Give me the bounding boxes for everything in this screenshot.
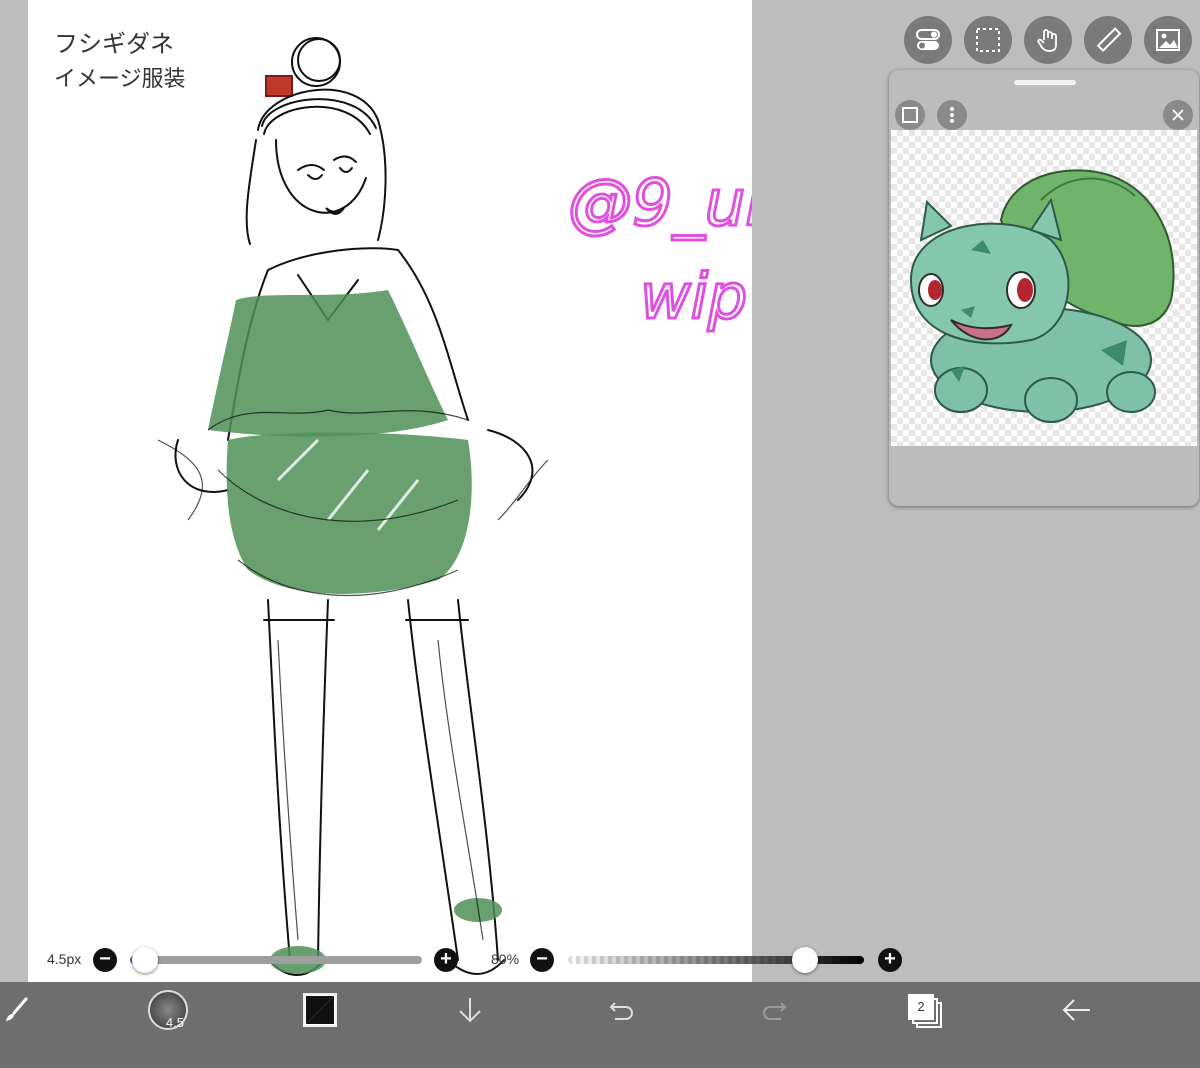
redo-icon	[763, 1002, 787, 1020]
selection-button[interactable]	[964, 16, 1012, 64]
note-line-1: フシギダネ	[54, 30, 174, 58]
reference-image	[891, 130, 1197, 446]
close-button[interactable]	[1163, 100, 1193, 130]
selection-icon	[976, 28, 1000, 52]
drawing-canvas[interactable]: フシギダネ イメージ服装 @9_uri wip	[28, 0, 752, 1020]
brush-size-button[interactable]: 4.5	[146, 990, 190, 1030]
opacity-slider-knob[interactable]	[792, 947, 818, 973]
size-slider-knob[interactable]	[132, 947, 158, 973]
dress-color	[208, 290, 502, 974]
ruler-icon	[1096, 27, 1122, 53]
more-button[interactable]	[937, 100, 967, 130]
watermark-handle: @9_uri	[568, 167, 752, 241]
size-slider-track[interactable]	[130, 956, 422, 964]
canvas-margin-left	[0, 0, 28, 1068]
brush-tool-button[interactable]	[0, 990, 32, 1030]
square-icon	[902, 107, 918, 123]
hand-button[interactable]	[1024, 16, 1072, 64]
layer-count: 2	[908, 994, 934, 1020]
arrow-left-icon	[1062, 999, 1090, 1021]
hand-icon	[1037, 29, 1057, 52]
ruler-button[interactable]	[1084, 16, 1132, 64]
image-button[interactable]	[1144, 16, 1192, 64]
opacity-decrease-button[interactable]: −	[530, 948, 554, 972]
toggle-button[interactable]	[904, 16, 952, 64]
download-button[interactable]	[452, 990, 488, 1030]
undo-icon	[609, 1002, 633, 1020]
fit-button[interactable]	[895, 100, 925, 130]
opacity-slider-track[interactable]	[568, 956, 864, 964]
undo-button[interactable]	[604, 990, 640, 1030]
toggle-icon	[916, 29, 940, 50]
watermark-status: wip	[640, 260, 747, 333]
close-icon	[1172, 109, 1184, 121]
note-line-2: イメージ服装	[54, 67, 186, 92]
color-button[interactable]	[300, 990, 340, 1030]
opacity-increase-button[interactable]: +	[878, 948, 902, 972]
brush-size-label: 4.5px	[47, 951, 82, 967]
prev-image-icon[interactable]: ‹	[901, 298, 910, 326]
top-toolbar	[904, 16, 1192, 64]
size-increase-button[interactable]: +	[434, 948, 458, 972]
bottom-toolbar: 4.5 2	[0, 982, 1200, 1068]
image-icon	[1156, 29, 1180, 51]
brush-size-badge: 4.5	[165, 1015, 184, 1030]
sketch-artwork: フシギダネ イメージ服装 @9_uri wip	[54, 30, 752, 976]
next-image-icon[interactable]: ›	[1173, 298, 1182, 326]
arrow-down-icon	[459, 998, 481, 1023]
redo-button[interactable]	[756, 990, 792, 1030]
more-vertical-icon	[950, 107, 954, 123]
drag-handle[interactable]	[1014, 80, 1076, 85]
back-button[interactable]	[1058, 990, 1094, 1030]
size-decrease-button[interactable]: −	[93, 948, 117, 972]
color-swatch-icon	[303, 993, 337, 1027]
opacity-label: 80%	[491, 951, 520, 967]
layers-icon: 2	[908, 994, 942, 1028]
layers-button[interactable]: 2	[904, 990, 944, 1030]
bulbasaur-image	[909, 169, 1175, 423]
brush-size-preview: 4.5	[148, 990, 188, 1030]
reference-window[interactable]: ‹ ›	[889, 70, 1199, 506]
brush-icon	[6, 997, 28, 1021]
